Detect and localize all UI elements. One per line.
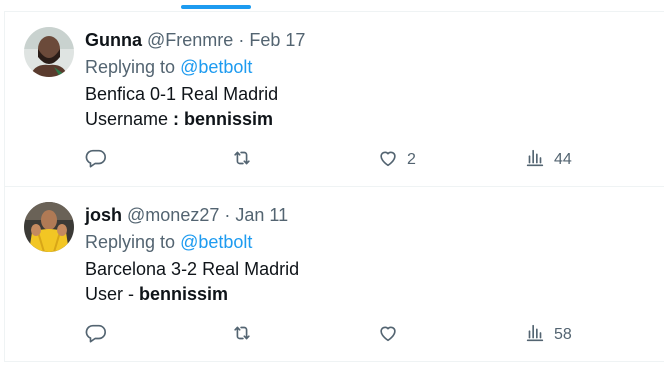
heart-icon [377, 147, 399, 174]
avatar[interactable] [24, 27, 74, 77]
like-button[interactable] [377, 323, 407, 347]
retweet-button[interactable] [231, 323, 253, 347]
reply-button[interactable] [85, 323, 107, 347]
tweet-text-line: Username : bennissim [85, 108, 273, 130]
tweet-text-line: Benfica 0-1 Real Madrid [85, 84, 279, 104]
tweet[interactable]: josh @monez27 · Jan 11 Replying to @betb… [5, 186, 664, 362]
author-handle[interactable]: @Frenmre [147, 30, 233, 50]
author-handle[interactable]: @monez27 [127, 205, 219, 225]
views-count: 58 [554, 326, 572, 343]
tweet-text-label: User [85, 284, 124, 304]
views-count: 44 [554, 151, 572, 168]
tweet-text-username: bennissim [139, 284, 229, 304]
replying-to: Replying to @betbolt [85, 56, 252, 78]
tweet-actions: 58 [5, 323, 664, 347]
tweet-text-separator: : [168, 109, 185, 129]
retweet-icon [231, 322, 253, 349]
author-name[interactable]: josh [85, 205, 122, 225]
reply-button[interactable] [85, 148, 107, 172]
retweet-button[interactable] [231, 148, 253, 172]
header-separator: · [238, 30, 245, 50]
tweet-actions: 2 44 [5, 148, 664, 172]
views-button[interactable]: 58 [524, 323, 572, 347]
tweet-header: josh @monez27 · Jan 11 [85, 204, 288, 226]
tweet-date[interactable]: Jan 11 [235, 205, 288, 225]
tweet-text-label: Username [85, 109, 169, 129]
reply-icon [85, 147, 107, 174]
replying-to: Replying to @betbolt [85, 231, 252, 253]
views-chart-icon [524, 147, 546, 174]
tweet-text-separator: - [123, 284, 140, 304]
views-button[interactable]: 44 [524, 148, 572, 172]
replying-to-label: Replying to [85, 232, 176, 252]
tweet-header: Gunna @Frenmre · Feb 17 [85, 29, 305, 51]
reply-feed: Gunna @Frenmre · Feb 17 Replying to @bet… [4, 11, 664, 362]
tweet-text-username: bennissim [184, 109, 274, 129]
tweet[interactable]: Gunna @Frenmre · Feb 17 Replying to @bet… [5, 12, 664, 186]
tweet-date[interactable]: Feb 17 [249, 30, 305, 50]
header-separator: · [224, 205, 231, 225]
tweet-text-line: User - bennissim [85, 283, 228, 305]
replying-to-mention[interactable]: @betbolt [180, 57, 252, 77]
replying-to-mention[interactable]: @betbolt [180, 232, 252, 252]
like-button[interactable]: 2 [377, 148, 416, 172]
author-name[interactable]: Gunna [85, 30, 142, 50]
reply-icon [85, 322, 107, 349]
tweet-text-line: Barcelona 3-2 Real Madrid [85, 259, 300, 279]
avatar[interactable] [24, 202, 74, 252]
like-count: 2 [407, 151, 416, 168]
retweet-icon [231, 147, 253, 174]
views-chart-icon [524, 322, 546, 349]
heart-icon [377, 322, 399, 349]
active-tab-indicator [181, 5, 251, 9]
replying-to-label: Replying to [85, 57, 176, 77]
